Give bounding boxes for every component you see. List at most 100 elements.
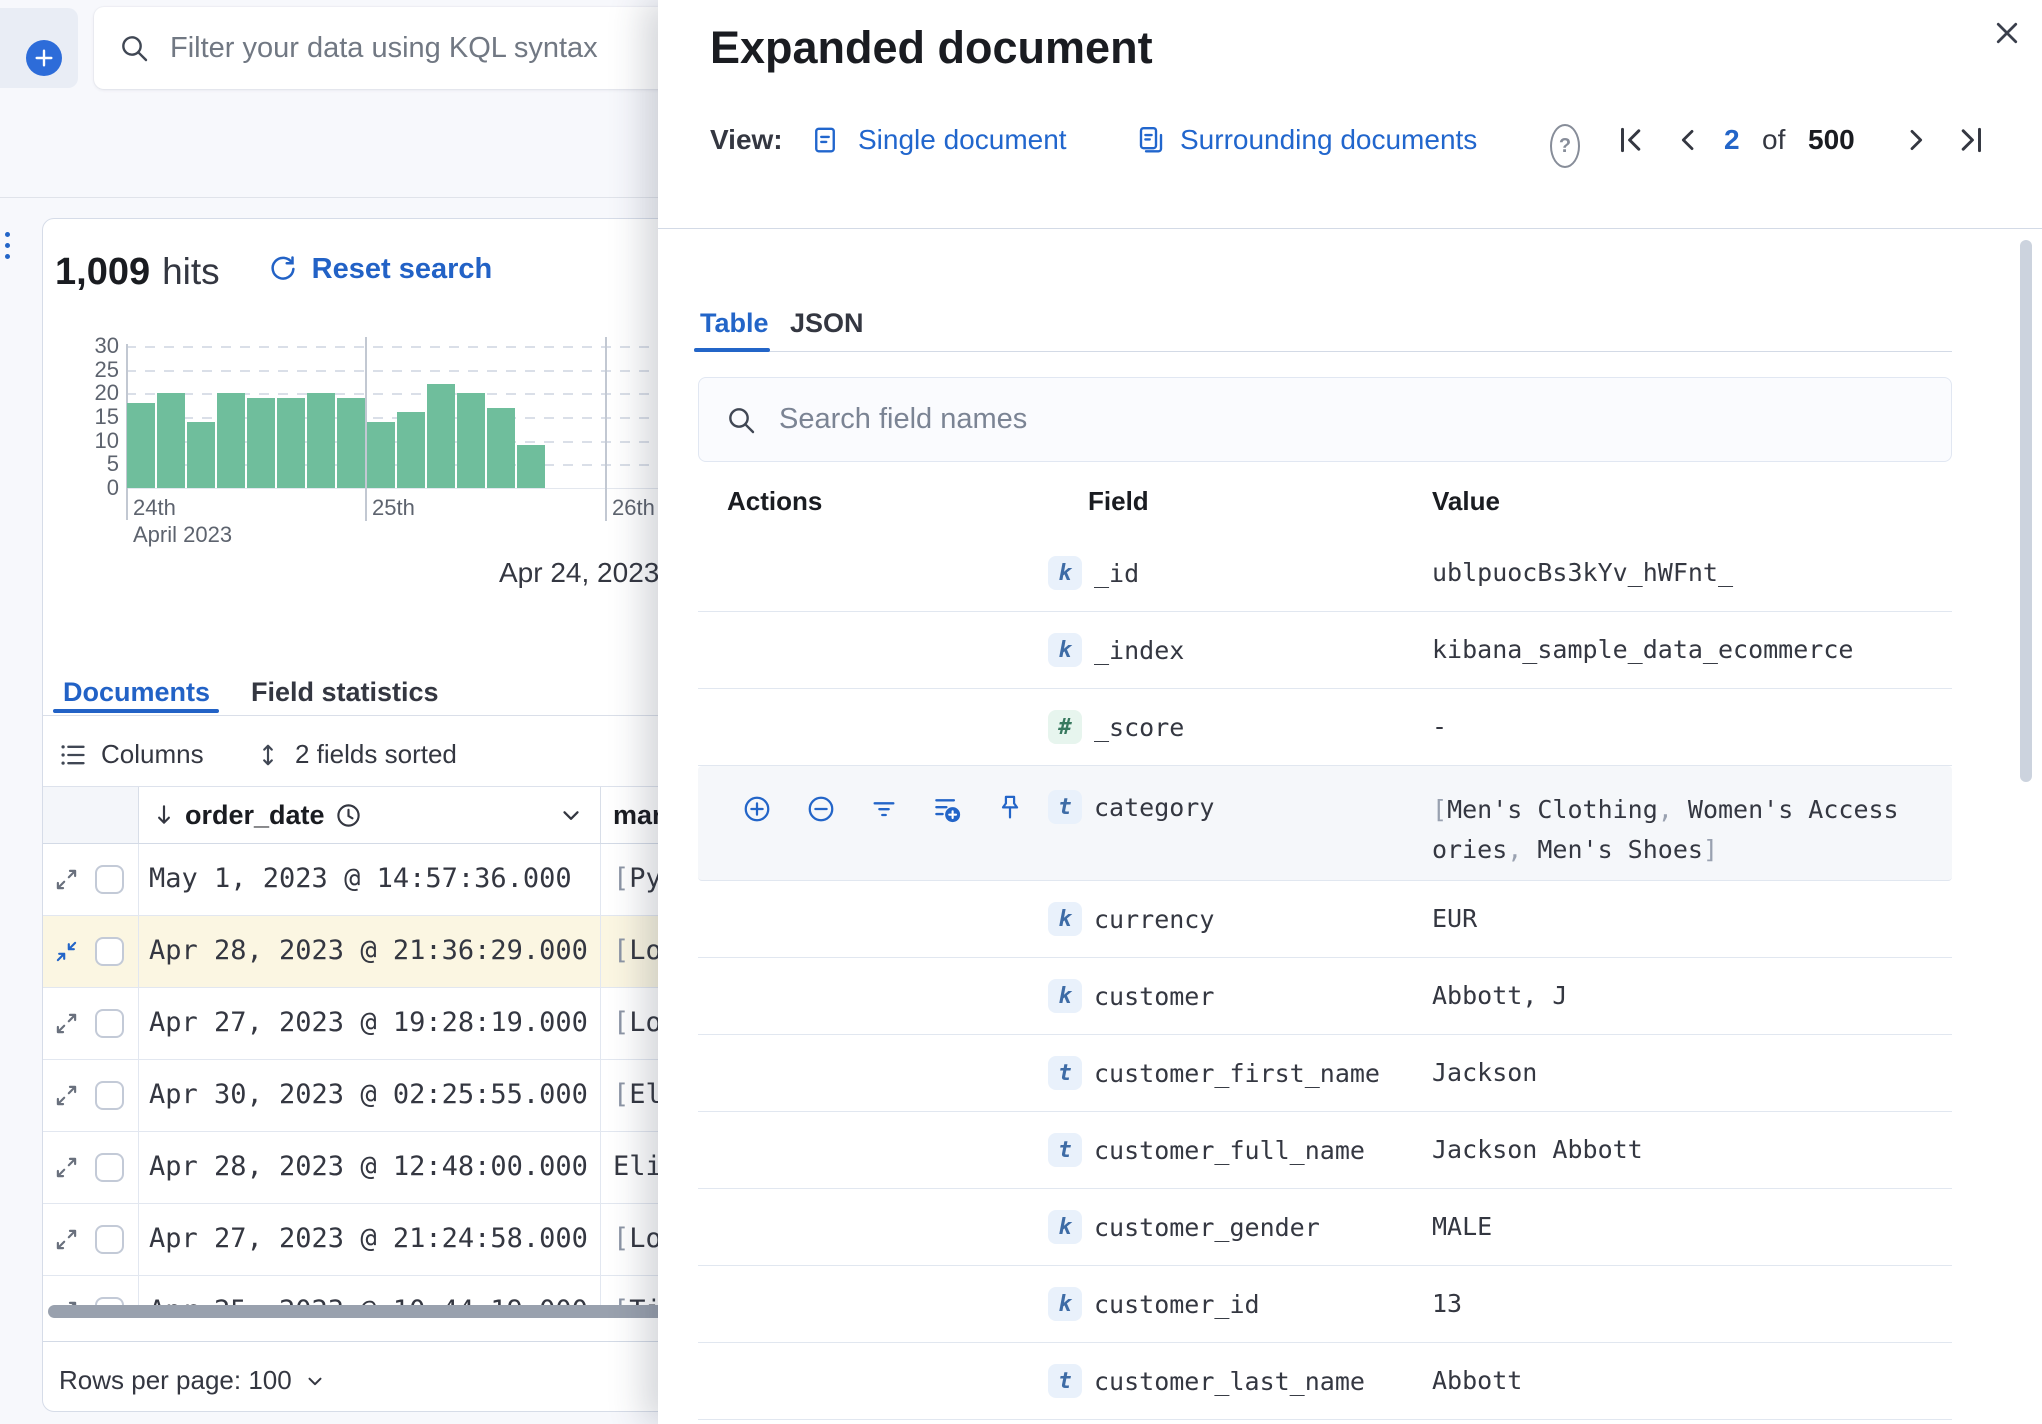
filter-for-value-icon[interactable]: [742, 794, 772, 824]
y-axis-label: 20: [94, 380, 119, 406]
field-cell: t customer_full_name: [1048, 1133, 1432, 1167]
tab-field-statistics[interactable]: Field statistics: [251, 677, 439, 708]
value-header: Value: [1432, 486, 1500, 516]
fields-table: k _id ublpuocBs3kYv_hWFnt_ k _index kiba…: [698, 535, 1952, 1420]
field-value: 13: [1432, 1289, 1463, 1318]
y-axis-label: 0: [106, 475, 119, 500]
field-row: k customer_id 13: [698, 1266, 1952, 1343]
field-search-input[interactable]: Search field names: [698, 377, 1952, 462]
row-controls: [43, 1276, 139, 1306]
field-type-badge: k: [1048, 556, 1082, 590]
field-name: customer_first_name: [1094, 1058, 1380, 1088]
actions-header: Actions: [727, 486, 823, 516]
row-checkbox[interactable]: [95, 865, 124, 894]
histogram-bar[interactable]: [127, 402, 155, 488]
field-type-badge: k: [1048, 633, 1082, 667]
search-icon: [118, 32, 150, 64]
expand-document-icon[interactable]: [55, 868, 78, 891]
sort-icon: [255, 742, 281, 768]
field-row: t category [Men's Clothing, Women's Acce…: [698, 766, 1952, 881]
histogram-bar[interactable]: [517, 445, 545, 488]
field-name: _id: [1094, 558, 1140, 588]
field-type-badge: t: [1048, 1056, 1082, 1090]
add-filter-button[interactable]: [0, 8, 78, 88]
manufacturer-column-label: mar: [613, 799, 663, 830]
field-cell: t customer_last_name: [1048, 1364, 1432, 1398]
sorted-fields-button[interactable]: 2 fields sorted: [255, 739, 457, 770]
histogram-bar[interactable]: [457, 393, 485, 488]
histogram-bar[interactable]: [217, 393, 245, 488]
single-document-icon: [810, 118, 840, 162]
vertical-scrollbar[interactable]: [2020, 240, 2032, 782]
field-name: customer_gender: [1094, 1212, 1320, 1242]
rows-per-page-button[interactable]: Rows per page: 100: [59, 1365, 326, 1396]
pin-field-icon[interactable]: [996, 794, 1024, 824]
chevron-down-icon[interactable]: [558, 802, 584, 828]
row-controls: [43, 916, 139, 987]
close-icon[interactable]: [1992, 18, 2022, 48]
first-page-icon[interactable]: [1614, 118, 1648, 162]
last-page-icon[interactable]: [1954, 118, 1988, 162]
histogram-bar[interactable]: [427, 383, 455, 488]
field-row: t customer_first_name Jackson: [698, 1035, 1952, 1112]
rows-per-page-label: Rows per page: 100: [59, 1365, 292, 1395]
field-type-badge: k: [1048, 902, 1082, 936]
histogram-bar[interactable]: [487, 407, 515, 488]
field-header: Field: [1088, 486, 1149, 516]
field-row: k customer_gender MALE: [698, 1189, 1952, 1266]
surrounding-documents-link[interactable]: Surrounding documents: [1180, 118, 1477, 162]
histogram-bar[interactable]: [187, 421, 215, 488]
y-axis-label: 30: [94, 333, 119, 358]
columns-button[interactable]: Columns: [59, 739, 204, 770]
histogram-bar[interactable]: [247, 398, 275, 488]
row-checkbox[interactable]: [95, 1225, 124, 1254]
field-cell: # _score: [1048, 710, 1432, 744]
row-checkbox[interactable]: [95, 937, 124, 966]
row-checkbox[interactable]: [95, 1153, 124, 1182]
field-name: customer: [1094, 981, 1215, 1011]
toggle-column-icon[interactable]: [932, 794, 962, 824]
histogram-bar[interactable]: [367, 421, 395, 488]
tab-table[interactable]: Table: [700, 308, 769, 339]
row-controls: [43, 988, 139, 1059]
grid-header-order-date[interactable]: order_date: [139, 787, 601, 843]
next-page-icon[interactable]: [1900, 118, 1932, 162]
histogram-bar[interactable]: [277, 398, 305, 488]
flyout-active-tab-underline: [694, 348, 770, 352]
filter-field-icon[interactable]: [870, 794, 898, 824]
resize-handle-icon[interactable]: [0, 232, 10, 259]
order-date-cell: Apr 28, 2023 @ 12:48:00.000: [139, 1132, 601, 1203]
kql-placeholder: Filter your data using KQL syntax: [170, 31, 598, 64]
order-date-cell: Apr 25, 2023 @ 10:44:19.000: [139, 1276, 601, 1306]
row-checkbox[interactable]: [95, 1009, 124, 1038]
field-name: category: [1094, 792, 1215, 822]
histogram-bar[interactable]: [337, 398, 365, 488]
row-checkbox[interactable]: [95, 1081, 124, 1110]
field-row: t customer_last_name Abbott: [698, 1343, 1952, 1420]
y-axis-label: 15: [94, 404, 119, 429]
expand-document-icon[interactable]: [55, 1084, 78, 1107]
current-page-number[interactable]: 2: [1724, 118, 1740, 162]
tab-json[interactable]: JSON: [790, 308, 864, 339]
histogram-bar[interactable]: [157, 393, 185, 488]
x-axis-label: 26th: [612, 495, 655, 520]
field-actions: [698, 790, 1048, 824]
histogram-bar[interactable]: [307, 393, 335, 488]
field-type-badge: k: [1048, 1287, 1082, 1321]
field-cell: k customer_id: [1048, 1287, 1432, 1321]
tab-documents[interactable]: Documents: [63, 677, 210, 708]
expand-document-icon[interactable]: [55, 1012, 78, 1035]
previous-page-icon[interactable]: [1672, 118, 1704, 162]
histogram-bar[interactable]: [397, 412, 425, 488]
field-name: _index: [1094, 635, 1185, 665]
expanded-document-flyout: Expanded document View: Single document …: [658, 0, 2042, 1424]
flyout-header-divider: [658, 228, 2042, 229]
help-icon[interactable]: ?: [1550, 124, 1580, 168]
expand-document-icon[interactable]: [55, 1156, 78, 1179]
columns-icon: [59, 741, 87, 769]
collapse-document-icon[interactable]: [55, 940, 78, 963]
single-document-link[interactable]: Single document: [858, 118, 1067, 162]
filter-out-value-icon[interactable]: [806, 794, 836, 824]
expand-document-icon[interactable]: [55, 1228, 78, 1251]
field-cell: k _index: [1048, 633, 1432, 667]
